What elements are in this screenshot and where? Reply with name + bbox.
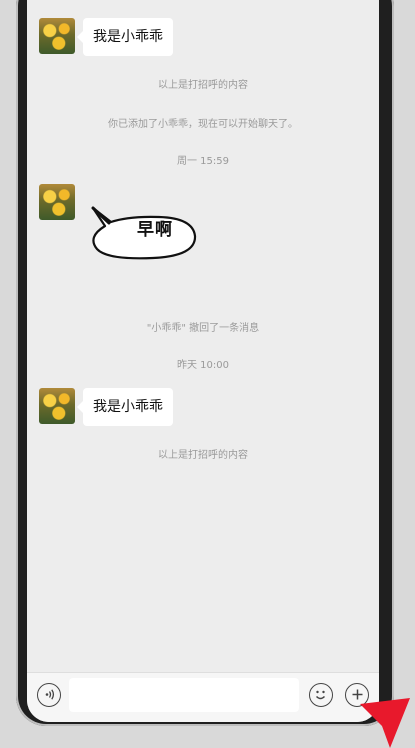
chat-screen: 我是小乖乖 以上是打招呼的内容 你已添加了小乖乖，现在可以开始聊天了。 周一 1… (27, 0, 379, 722)
contact-avatar[interactable] (39, 388, 75, 424)
message-timestamp: 昨天 10:00 (177, 360, 229, 371)
contact-avatar[interactable] (39, 18, 75, 54)
emoji-icon[interactable] (309, 683, 333, 707)
message-bubble[interactable]: 我是小乖乖 (77, 18, 173, 56)
system-message: 以上是打招呼的内容 (158, 450, 248, 461)
sticker-message[interactable]: 早啊 (89, 202, 201, 264)
pointer-arrow-icon (360, 698, 410, 748)
system-message: 以上是打招呼的内容 (158, 80, 248, 91)
chat-input-bar (27, 672, 379, 722)
message-input[interactable] (69, 678, 299, 712)
message-bubble[interactable]: 我是小乖乖 (77, 388, 173, 426)
smiley-glyph (316, 690, 325, 700)
sticker-text: 早啊 (137, 220, 173, 240)
voice-icon[interactable] (37, 683, 61, 707)
system-message: 你已添加了小乖乖，现在可以开始聊天了。 (108, 119, 298, 130)
contact-avatar[interactable] (39, 184, 75, 220)
voice-wave-glyph (45, 689, 54, 700)
system-message: "小乖乖" 撤回了一条消息 (146, 323, 260, 334)
message-timestamp: 周一 15:59 (177, 156, 229, 167)
